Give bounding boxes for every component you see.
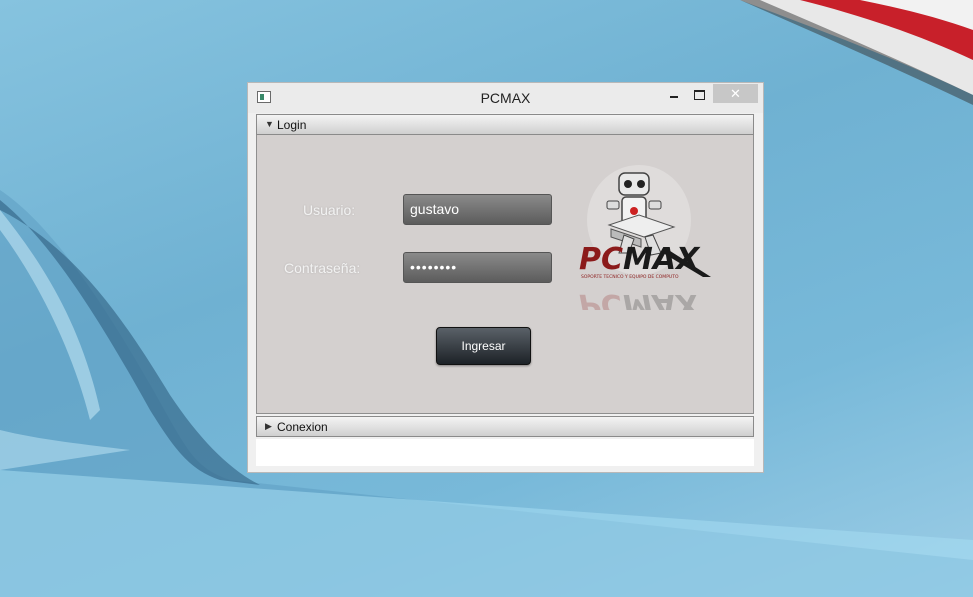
conexion-panel-header[interactable]: ▶ Conexion xyxy=(256,416,754,437)
login-panel-header[interactable]: ▼ Login xyxy=(256,114,754,135)
minimize-button[interactable] xyxy=(661,85,689,105)
app-window: PCMAX ✕ ▼ Login Usuario: gustavo Contras… xyxy=(247,82,764,473)
password-input[interactable]: •••••••• xyxy=(403,252,552,283)
empty-content-area xyxy=(256,439,754,466)
login-panel-content: Usuario: gustavo Contraseña: •••••••• In… xyxy=(256,135,754,414)
ingresar-button[interactable]: Ingresar xyxy=(436,327,531,365)
usuario-input[interactable]: gustavo xyxy=(403,194,552,225)
triangle-right-icon: ▶ xyxy=(265,421,272,431)
pcmax-logo: PCMAX SOPORTE TECNICO Y EQUIPO DE COMPUT… xyxy=(579,165,711,310)
usuario-label: Usuario: xyxy=(303,202,356,218)
maximize-button[interactable] xyxy=(689,85,713,105)
triangle-down-icon: ▼ xyxy=(265,119,274,129)
svg-text:PCMAX: PCMAX xyxy=(579,287,701,310)
title-bar[interactable]: PCMAX ✕ xyxy=(248,83,763,113)
login-panel-title: Login xyxy=(277,118,307,132)
conexion-panel-title: Conexion xyxy=(277,420,328,434)
logo-tagline: SOPORTE TECNICO Y EQUIPO DE COMPUTO xyxy=(581,274,679,280)
close-button[interactable]: ✕ xyxy=(713,84,758,103)
password-label: Contraseña: xyxy=(284,260,361,276)
